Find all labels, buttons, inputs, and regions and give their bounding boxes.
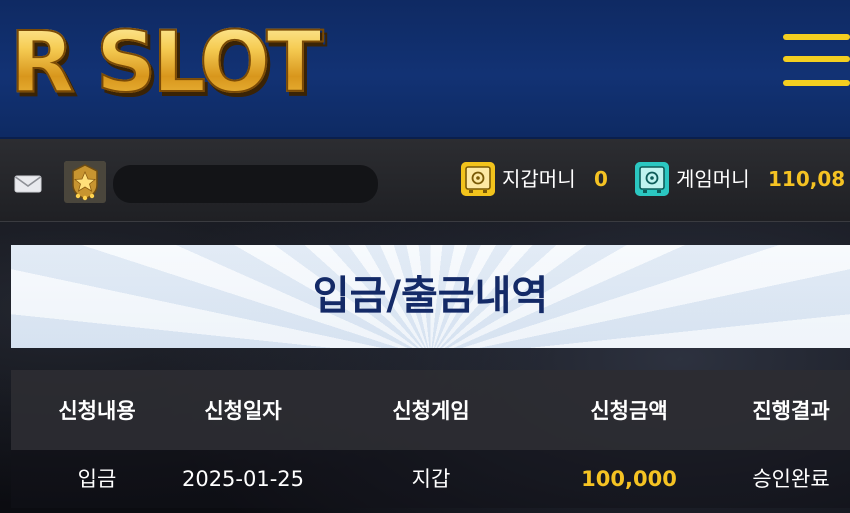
cell-request-amount: 100,000 (581, 467, 677, 491)
cell-status: 승인완료 (752, 467, 830, 491)
title-banner: 입금/출금내역 (11, 245, 850, 348)
top-header: R SLOT (0, 0, 850, 139)
column-header-request-game: 신청게임 (392, 399, 470, 423)
column-header-request-date: 신청일자 (204, 399, 282, 423)
column-header-request-type: 신청내용 (58, 399, 136, 423)
column-header-status: 진행결과 (752, 399, 830, 423)
user-info-bar: 지갑머니 0 게임머니 110,08 (0, 139, 850, 222)
cell-request-type: 입금 (77, 467, 117, 491)
column-header-request-amount: 신청금액 (590, 399, 668, 423)
table-header: 신청내용 신청일자 신청게임 신청금액 진행결과 (11, 370, 850, 450)
app-root: R SLOT 지갑머니 0 게임머니 110,08 입금/출금내역 신청내용 신… (0, 0, 850, 513)
wallet-money-label: 지갑머니 (502, 167, 576, 191)
rank-badge-icon (64, 161, 106, 203)
game-money-label: 게임머니 (676, 167, 750, 191)
envelope-icon[interactable] (14, 175, 42, 193)
menu-line (783, 80, 850, 86)
site-logo[interactable]: R SLOT (9, 13, 325, 111)
game-money-value: 110,08 (768, 167, 846, 191)
cell-request-date: 2025-01-25 (181, 467, 305, 491)
history-table: 신청내용 신청일자 신청게임 신청금액 진행결과 입금 2025-01-25 지… (11, 370, 850, 513)
page-title: 입금/출금내역 (312, 273, 549, 319)
menu-line (783, 34, 850, 40)
username-redacted (113, 165, 378, 203)
cell-request-game: 지갑 (411, 467, 451, 491)
wallet-money-value: 0 (594, 167, 608, 191)
menu-line (783, 56, 850, 62)
table-row[interactable]: 입금 2025-01-25 지갑 100,000 승인완료 (11, 450, 850, 508)
wallet-safe-icon[interactable] (461, 162, 495, 196)
game-safe-icon[interactable] (635, 162, 669, 196)
hamburger-menu-icon[interactable] (783, 34, 850, 94)
